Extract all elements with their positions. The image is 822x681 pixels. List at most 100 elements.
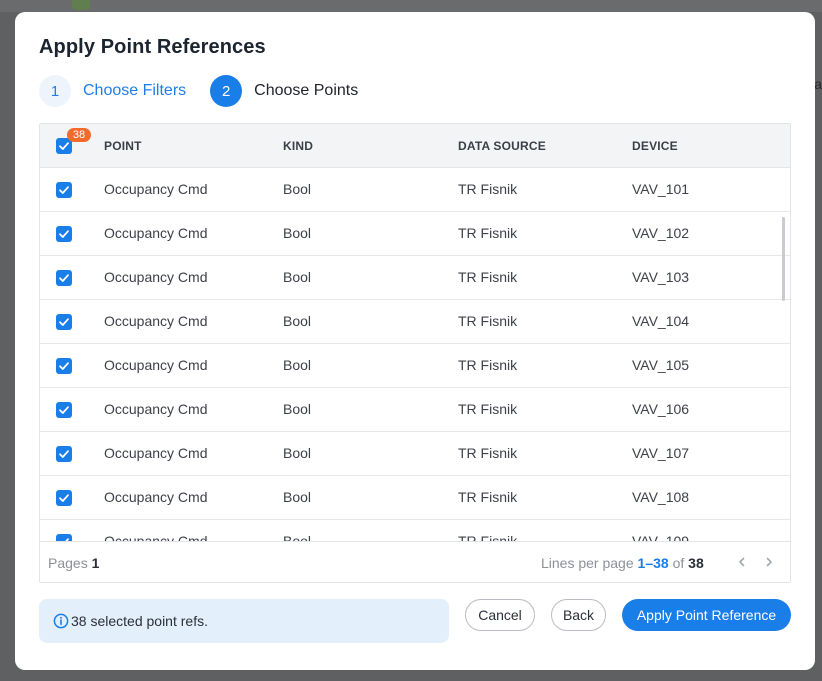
row-checkbox[interactable] bbox=[56, 358, 72, 374]
check-icon bbox=[59, 318, 69, 326]
step-label: Choose Filters bbox=[83, 82, 187, 99]
back-button[interactable]: Back bbox=[551, 599, 606, 631]
table-row[interactable]: Occupancy Cmd Bool TR Fisnik VAV_106 bbox=[40, 388, 790, 432]
row-checkbox[interactable] bbox=[56, 182, 72, 198]
cell-point: Occupancy Cmd bbox=[104, 181, 208, 197]
table-row[interactable]: Occupancy Cmd Bool TR Fisnik VAV_109 bbox=[40, 520, 790, 541]
lines-per-page: Lines per page 1–38 of 38 bbox=[541, 555, 704, 571]
lines-per-page-label: Lines per page bbox=[541, 555, 634, 571]
pages-indicator: Pages 1 bbox=[48, 555, 99, 571]
of-label: of bbox=[672, 555, 685, 571]
column-header-kind[interactable]: KIND bbox=[283, 139, 313, 153]
step-number: 2 bbox=[210, 75, 243, 107]
table-row[interactable]: Occupancy Cmd Bool TR Fisnik VAV_104 bbox=[40, 300, 790, 344]
cell-kind: Bool bbox=[283, 181, 312, 197]
row-checkbox[interactable] bbox=[56, 490, 72, 506]
cell-data-source: TR Fisnik bbox=[458, 181, 518, 197]
table-row[interactable]: Occupancy Cmd Bool TR Fisnik VAV_107 bbox=[40, 432, 790, 476]
cell-point: Occupancy Cmd bbox=[104, 357, 208, 373]
cell-point: Occupancy Cmd bbox=[104, 313, 208, 329]
check-icon bbox=[59, 494, 69, 502]
check-icon bbox=[59, 406, 69, 414]
cell-kind: Bool bbox=[283, 357, 312, 373]
row-checkbox[interactable] bbox=[56, 402, 72, 418]
step-choose-filters[interactable]: 1 Choose Filters bbox=[39, 75, 186, 107]
cell-point: Occupancy Cmd bbox=[104, 489, 208, 505]
check-icon bbox=[59, 142, 69, 150]
step-label: Choose Points bbox=[254, 82, 359, 99]
previous-page-button[interactable] bbox=[733, 553, 751, 571]
cell-device: VAV_105 bbox=[632, 357, 690, 373]
lines-total: 38 bbox=[688, 555, 704, 571]
cell-data-source: TR Fisnik bbox=[458, 533, 518, 541]
check-icon bbox=[59, 450, 69, 458]
cell-kind: Bool bbox=[283, 313, 312, 329]
modal-title: Apply Point References bbox=[39, 36, 266, 58]
background-text: a bbox=[814, 76, 822, 92]
check-icon bbox=[59, 230, 69, 238]
pages-value: 1 bbox=[91, 555, 100, 571]
cell-device: VAV_101 bbox=[632, 181, 690, 197]
cell-data-source: TR Fisnik bbox=[458, 269, 518, 285]
points-table: 38 POINT KIND DATA SOURCE DEVICE Occupan… bbox=[39, 123, 791, 583]
row-checkbox[interactable] bbox=[56, 270, 72, 286]
table-row[interactable]: Occupancy Cmd Bool TR Fisnik VAV_101 bbox=[40, 168, 790, 212]
cell-point: Occupancy Cmd bbox=[104, 269, 208, 285]
cell-kind: Bool bbox=[283, 401, 312, 417]
cell-data-source: TR Fisnik bbox=[458, 357, 518, 373]
check-icon bbox=[59, 274, 69, 282]
cell-kind: Bool bbox=[283, 445, 312, 461]
background-app-icon bbox=[72, 0, 90, 10]
cell-data-source: TR Fisnik bbox=[458, 225, 518, 241]
column-header-device[interactable]: DEVICE bbox=[632, 139, 678, 153]
table-scrollbar[interactable] bbox=[782, 217, 785, 301]
cell-data-source: TR Fisnik bbox=[458, 313, 518, 329]
table-footer: Pages 1 Lines per page 1–38 of 38 bbox=[40, 541, 790, 582]
check-icon bbox=[59, 362, 69, 370]
cancel-button[interactable]: Cancel bbox=[465, 599, 535, 631]
cell-data-source: TR Fisnik bbox=[458, 445, 518, 461]
cell-device: VAV_102 bbox=[632, 225, 690, 241]
apply-point-references-modal: Apply Point References 1 Choose Filters … bbox=[15, 12, 815, 670]
row-checkbox[interactable] bbox=[56, 534, 72, 541]
check-icon bbox=[59, 186, 69, 194]
cell-kind: Bool bbox=[283, 533, 312, 541]
background-app-strip bbox=[0, 0, 822, 12]
info-icon bbox=[53, 613, 69, 629]
selection-info-text: 38 selected point refs. bbox=[71, 613, 208, 629]
cell-data-source: TR Fisnik bbox=[458, 489, 518, 505]
cell-kind: Bool bbox=[283, 225, 312, 241]
stepper: 1 Choose Filters 2 Choose Points bbox=[39, 75, 382, 107]
cell-kind: Bool bbox=[283, 489, 312, 505]
cell-point: Occupancy Cmd bbox=[104, 401, 208, 417]
selected-count-badge: 38 bbox=[67, 128, 91, 142]
chevron-left-icon bbox=[739, 557, 745, 567]
row-checkbox[interactable] bbox=[56, 314, 72, 330]
next-page-button[interactable] bbox=[760, 553, 778, 571]
cell-device: VAV_103 bbox=[632, 269, 690, 285]
step-number: 1 bbox=[39, 75, 71, 107]
cell-point: Occupancy Cmd bbox=[104, 445, 208, 461]
cell-device: VAV_106 bbox=[632, 401, 690, 417]
table-row[interactable]: Occupancy Cmd Bool TR Fisnik VAV_105 bbox=[40, 344, 790, 388]
pages-label: Pages bbox=[48, 555, 88, 571]
cell-point: Occupancy Cmd bbox=[104, 533, 208, 541]
cell-point: Occupancy Cmd bbox=[104, 225, 208, 241]
row-checkbox[interactable] bbox=[56, 446, 72, 462]
table-body[interactable]: Occupancy Cmd Bool TR Fisnik VAV_101 Occ… bbox=[40, 168, 790, 541]
table-row[interactable]: Occupancy Cmd Bool TR Fisnik VAV_103 bbox=[40, 256, 790, 300]
apply-point-reference-button[interactable]: Apply Point Reference bbox=[622, 599, 791, 631]
cell-device: VAV_107 bbox=[632, 445, 690, 461]
lines-range: 1–38 bbox=[637, 555, 669, 571]
chevron-right-icon bbox=[766, 557, 772, 567]
step-choose-points[interactable]: 2 Choose Points bbox=[210, 75, 358, 107]
cell-data-source: TR Fisnik bbox=[458, 401, 518, 417]
column-header-point[interactable]: POINT bbox=[104, 139, 142, 153]
table-row[interactable]: Occupancy Cmd Bool TR Fisnik VAV_108 bbox=[40, 476, 790, 520]
table-header: 38 POINT KIND DATA SOURCE DEVICE bbox=[40, 124, 790, 168]
cell-kind: Bool bbox=[283, 269, 312, 285]
column-header-data-source[interactable]: DATA SOURCE bbox=[458, 139, 546, 153]
table-row[interactable]: Occupancy Cmd Bool TR Fisnik VAV_102 bbox=[40, 212, 790, 256]
row-checkbox[interactable] bbox=[56, 226, 72, 242]
cell-device: VAV_108 bbox=[632, 489, 690, 505]
